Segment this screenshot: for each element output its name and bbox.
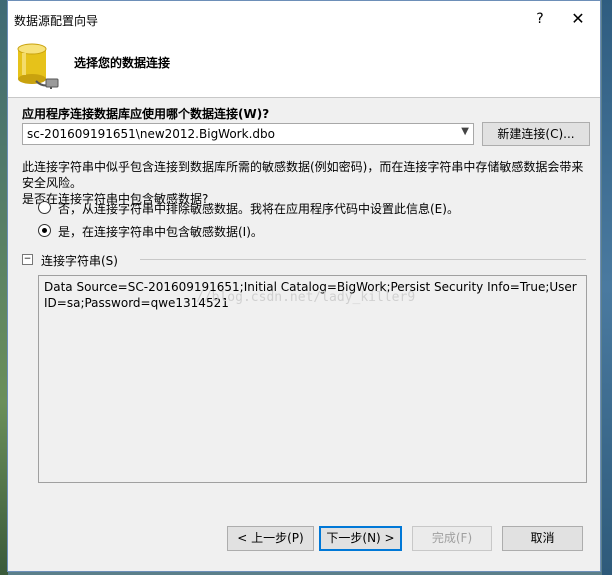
help-button[interactable]: ? <box>530 9 550 29</box>
connection-question-label: 应用程序连接数据库应使用哪个数据连接(W)? <box>22 107 270 121</box>
background-right <box>602 0 612 575</box>
previous-button[interactable]: < 上一步(P) <box>227 526 314 551</box>
window-title: 数据源配置向导 <box>14 14 99 28</box>
connection-string-box[interactable]: Data Source=SC-201609191651;Initial Cata… <box>38 275 587 483</box>
wizard-header: 选择您的数据连接 <box>8 37 600 98</box>
exclude-radio[interactable] <box>38 201 51 214</box>
finish-button[interactable]: 完成(F) <box>412 526 492 551</box>
page-title: 选择您的数据连接 <box>74 56 171 70</box>
data-source-wizard-dialog: 数据源配置向导 ? ✕ 选择您的数据连接 应用程序连接数据库应使用哪个数据连接(… <box>7 0 601 572</box>
group-divider <box>140 259 586 260</box>
chevron-down-icon[interactable]: ▼ <box>461 126 469 137</box>
cancel-button[interactable]: 取消 <box>502 526 583 551</box>
sensitive-note-line1: 此连接字符串中似乎包含连接到数据库所需的敏感数据(例如密码)，而在连接字符串中存… <box>22 160 584 190</box>
title-bar: 数据源配置向导 ? ✕ <box>8 1 600 37</box>
close-button[interactable]: ✕ <box>568 9 588 29</box>
collapse-toggle[interactable]: − <box>22 254 33 265</box>
watermark-text: //blog.csdn.net/lady_killer9 <box>196 290 416 305</box>
connection-string-label: 连接字符串(S) <box>41 254 118 268</box>
next-button[interactable]: 下一步(N) > <box>319 526 402 551</box>
database-icon <box>17 43 59 89</box>
include-radio-label[interactable]: 是，在连接字符串中包含敏感数据(I)。 <box>58 223 263 240</box>
connection-select-value: sc-201609191651\new2012.BigWork.dbo <box>27 127 275 141</box>
new-connection-button[interactable]: 新建连接(C)... <box>482 122 590 146</box>
connection-select[interactable]: sc-201609191651\new2012.BigWork.dbo ▼ <box>22 123 474 145</box>
exclude-radio-label[interactable]: 否，从连接字符串中排除敏感数据。我将在应用程序代码中设置此信息(E)。 <box>58 200 459 217</box>
include-radio[interactable] <box>38 224 51 237</box>
